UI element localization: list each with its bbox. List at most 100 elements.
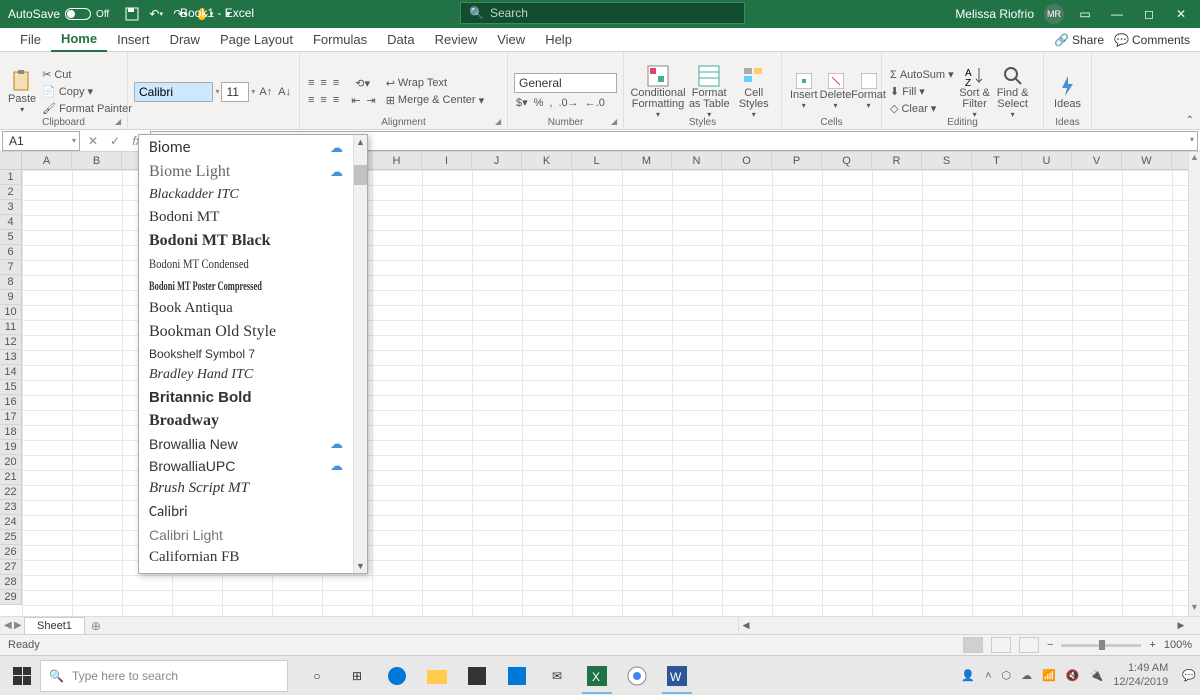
name-box[interactable]: A1 [2,131,80,151]
column-header[interactable]: M [622,152,672,169]
word-taskbar-icon[interactable]: W [658,658,696,694]
share-button[interactable]: 🔗Share [1054,33,1104,47]
row-header[interactable]: 18 [0,425,21,440]
select-all-button[interactable] [0,152,22,170]
file-explorer-icon[interactable] [418,658,456,694]
font-option[interactable]: Calisto MT [139,569,353,573]
zoom-level[interactable]: 100% [1164,639,1192,651]
tray-power-icon[interactable]: 🔌 [1090,669,1104,682]
clear-button[interactable]: ◇Clear ▾ [888,101,956,116]
font-option[interactable]: BrowalliaUPC☁ [139,455,353,477]
column-header[interactable]: J [472,152,522,169]
font-option[interactable]: Californian FB [139,546,353,569]
comments-button[interactable]: 💬Comments [1114,33,1190,47]
font-option[interactable]: Bookshelf Symbol 7 [139,344,353,364]
row-header[interactable]: 19 [0,440,21,455]
column-header[interactable]: V [1072,152,1122,169]
undo-icon[interactable]: ↶▾ [145,3,167,25]
tab-data[interactable]: Data [377,28,424,51]
zoom-slider[interactable] [1061,644,1141,647]
column-header[interactable]: U [1022,152,1072,169]
tab-formulas[interactable]: Formulas [303,28,377,51]
row-header[interactable]: 11 [0,320,21,335]
row-header[interactable]: 25 [0,530,21,545]
format-painter-button[interactable]: 🖌Format Painter [40,101,134,116]
app-icon[interactable] [498,658,536,694]
dropdown-scrollbar[interactable]: ▲ ▼ [353,135,367,573]
column-header[interactable]: K [522,152,572,169]
user-avatar[interactable]: MR [1044,4,1064,24]
decrease-decimal-icon[interactable]: ←.0 [583,96,607,110]
orientation-icon[interactable]: ⟲▾ [353,76,372,91]
font-option[interactable]: Bradley Hand ITC [139,364,353,386]
row-header[interactable]: 24 [0,515,21,530]
fill-button[interactable]: ⬇Fill ▾ [888,84,956,99]
row-header[interactable]: 9 [0,290,21,305]
align-right-icon[interactable]: ≡ [331,93,341,107]
row-header[interactable]: 12 [0,335,21,350]
row-header[interactable]: 4 [0,215,21,230]
comma-format-icon[interactable]: , [547,96,554,110]
row-header[interactable]: 29 [0,590,21,605]
decrease-font-icon[interactable]: A↓ [276,85,293,99]
accounting-format-icon[interactable]: $▾ [514,95,530,110]
row-header[interactable]: 17 [0,410,21,425]
normal-view-icon[interactable] [963,637,983,653]
tray-network-icon[interactable]: 📶 [1042,669,1056,682]
increase-indent-icon[interactable]: ⇥ [364,93,377,108]
close-icon[interactable]: ✕ [1170,3,1192,25]
tab-file[interactable]: File [10,28,51,51]
row-header[interactable]: 27 [0,560,21,575]
taskbar-search[interactable]: 🔍 Type here to search [40,660,288,692]
merge-center-button[interactable]: ⊞Merge & Center ▾ [384,93,486,108]
tray-chevron-up-icon[interactable]: ˄ [985,670,991,682]
font-option[interactable]: Bookman Old Style [139,320,353,344]
row-header[interactable]: 22 [0,485,21,500]
increase-font-icon[interactable]: A↑ [257,85,274,99]
row-header[interactable]: 5 [0,230,21,245]
cancel-formula-icon[interactable]: ✕ [82,134,104,148]
row-header[interactable]: 23 [0,500,21,515]
font-name-combo[interactable]: Calibri [134,82,213,102]
font-option[interactable]: Brush Script MT [139,477,353,500]
row-header[interactable]: 1 [0,170,21,185]
row-header[interactable]: 3 [0,200,21,215]
tab-draw[interactable]: Draw [160,28,210,51]
user-name[interactable]: Melissa Riofrio [955,7,1034,21]
tab-review[interactable]: Review [425,28,488,51]
save-icon[interactable] [121,3,143,25]
task-view-icon[interactable]: ⊞ [338,658,376,694]
row-header[interactable]: 14 [0,365,21,380]
row-header[interactable]: 8 [0,275,21,290]
column-header[interactable]: Q [822,152,872,169]
font-option[interactable]: Biome☁ [139,135,353,160]
number-format-combo[interactable]: General [514,73,617,93]
column-header[interactable]: B [72,152,122,169]
sheet-nav-next-icon[interactable]: ▶ [14,620,22,631]
page-layout-view-icon[interactable] [991,637,1011,653]
column-header[interactable]: L [572,152,622,169]
page-break-view-icon[interactable] [1019,637,1039,653]
tab-page-layout[interactable]: Page Layout [210,28,303,51]
row-header[interactable]: 13 [0,350,21,365]
vertical-scrollbar[interactable]: ▲ ▼ [1188,152,1200,616]
horizontal-scrollbar[interactable]: ◀▶ [738,617,1188,634]
column-header[interactable]: N [672,152,722,169]
font-option[interactable]: Calibri [139,500,353,524]
font-option[interactable]: Book Antiqua [139,297,353,320]
font-option[interactable]: Biome Light☁ [139,160,353,184]
row-header[interactable]: 16 [0,395,21,410]
edge-icon[interactable] [378,658,416,694]
font-option[interactable]: Bodoni MT [139,206,353,229]
tab-insert[interactable]: Insert [107,28,160,51]
maximize-icon[interactable]: ◻ [1138,3,1160,25]
decrease-indent-icon[interactable]: ⇤ [349,93,362,108]
align-bottom-icon[interactable]: ≡ [331,76,341,90]
column-header[interactable]: O [722,152,772,169]
font-option[interactable]: Blackadder ITC [139,184,353,206]
store-icon[interactable] [458,658,496,694]
row-header[interactable]: 7 [0,260,21,275]
wrap-text-button[interactable]: ↩Wrap Text [384,76,486,91]
row-header[interactable]: 2 [0,185,21,200]
start-button[interactable] [4,658,40,694]
